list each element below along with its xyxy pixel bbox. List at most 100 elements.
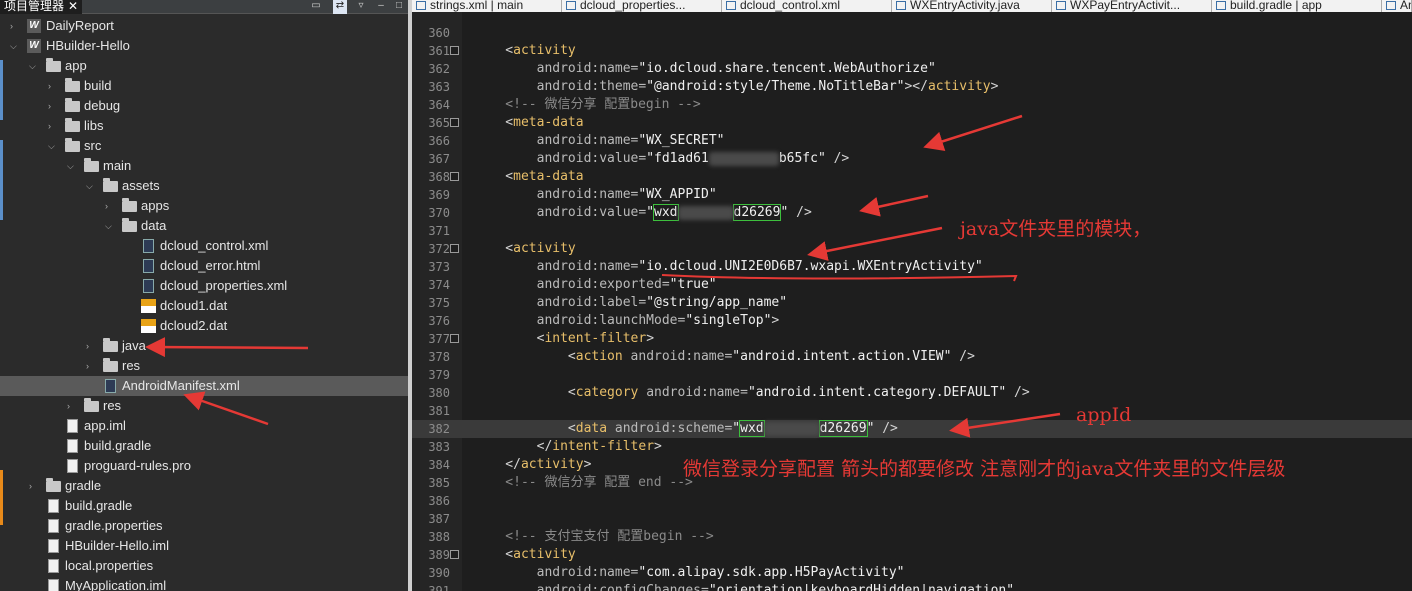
- chevron-right-icon[interactable]: ›: [48, 96, 58, 116]
- tree-item[interactable]: dcloud_control.xml: [0, 236, 408, 256]
- chevron-right-icon[interactable]: ›: [86, 356, 96, 376]
- code-editor[interactable]: strings.xml | main dcloud_properties... dc…: [412, 0, 1412, 591]
- code-line[interactable]: 375 android:label="@string/app_name": [412, 294, 1412, 312]
- tree-item[interactable]: › build: [0, 76, 408, 96]
- code-line[interactable]: 390 android:name="com.alipay.sdk.app.H5P…: [412, 564, 1412, 582]
- code-line[interactable]: 366 android:name="WX_SECRET": [412, 132, 1412, 150]
- code-line[interactable]: 387: [412, 510, 1412, 528]
- code-line[interactable]: 363 android:theme="@android:style/Theme.…: [412, 78, 1412, 96]
- tree-item[interactable]: app.iml: [0, 416, 408, 436]
- code-line[interactable]: 380 <category android:name="android.inte…: [412, 384, 1412, 402]
- code-line[interactable]: 361 <activity: [412, 42, 1412, 60]
- tree-item[interactable]: gradle.properties: [0, 516, 408, 536]
- tree-item[interactable]: AndroidManifest.xml: [0, 376, 408, 396]
- code-text: <!-- 微信分享 配置 end -->: [474, 474, 693, 492]
- code-line[interactable]: 388 <!-- 支付宝支付 配置begin -->: [412, 528, 1412, 546]
- tree-item[interactable]: dcloud1.dat: [0, 296, 408, 316]
- tree-item[interactable]: › res: [0, 396, 408, 416]
- code-line[interactable]: 365 <meta-data: [412, 114, 1412, 132]
- tree-item[interactable]: › libs: [0, 116, 408, 136]
- tree-item[interactable]: build.gradle: [0, 496, 408, 516]
- code-line[interactable]: 376 android:launchMode="singleTop">: [412, 312, 1412, 330]
- tree-item[interactable]: dcloud_properties.xml: [0, 276, 408, 296]
- close-icon[interactable]: ✕: [68, 0, 78, 13]
- tree-item[interactable]: › gradle: [0, 476, 408, 496]
- code-line[interactable]: 369 android:name="WX_APPID": [412, 186, 1412, 204]
- code-line[interactable]: 381: [412, 402, 1412, 420]
- editor-tab[interactable]: build.gradle | app: [1212, 0, 1382, 12]
- tree-item[interactable]: build.gradle: [0, 436, 408, 456]
- tree-item[interactable]: dcloud2.dat: [0, 316, 408, 336]
- code-line[interactable]: 391 android:configChanges="orientation|k…: [412, 582, 1412, 591]
- link-editor-icon[interactable]: ⇄: [333, 0, 347, 14]
- tree-item[interactable]: local.properties: [0, 556, 408, 576]
- tree-item[interactable]: › java: [0, 336, 408, 356]
- tree-item[interactable]: › res: [0, 356, 408, 376]
- chevron-right-icon[interactable]: ›: [105, 196, 115, 216]
- chevron-down-icon[interactable]: ⌵: [86, 176, 96, 196]
- code-line[interactable]: 370 android:value="wxd d26269" />: [412, 204, 1412, 222]
- chevron-right-icon[interactable]: ›: [86, 336, 96, 356]
- tree-item[interactable]: ⌵ assets: [0, 176, 408, 196]
- chevron-down-icon[interactable]: ⌵: [105, 216, 115, 236]
- fold-toggle-icon[interactable]: [450, 550, 459, 559]
- editor-tab[interactable]: dcloud_properties...: [562, 0, 722, 12]
- code-line[interactable]: 368 <meta-data: [412, 168, 1412, 186]
- chevron-down-icon[interactable]: ⌵: [10, 36, 20, 56]
- editor-tab[interactable]: WXEntryActivity.java: [892, 0, 1052, 12]
- editor-tab[interactable]: WXPayEntryActivit...: [1052, 0, 1212, 12]
- code-line[interactable]: 374 android:exported="true": [412, 276, 1412, 294]
- code-line[interactable]: 379: [412, 366, 1412, 384]
- chevron-right-icon[interactable]: ›: [67, 396, 77, 416]
- maximize-icon[interactable]: □: [392, 0, 406, 14]
- tree-item[interactable]: ⌵ data: [0, 216, 408, 236]
- tree-item[interactable]: ⌵ main: [0, 156, 408, 176]
- chevron-right-icon[interactable]: ›: [10, 16, 20, 36]
- tree-item-label: gradle: [65, 478, 102, 493]
- chevron-down-icon[interactable]: ⌵: [48, 136, 58, 156]
- tree-item[interactable]: › debug: [0, 96, 408, 116]
- code-line[interactable]: 382 <data android:scheme="wxd d26269" />: [412, 420, 1412, 438]
- fold-toggle-icon[interactable]: [450, 46, 459, 55]
- chevron-down-icon[interactable]: ⌵: [67, 156, 77, 176]
- editor-tab[interactable]: dcloud_control.xml: [722, 0, 892, 12]
- code-token: >: [583, 457, 592, 472]
- code-line[interactable]: 373 android:name="io.dcloud.UNI2E0D6B7.w…: [412, 258, 1412, 276]
- code-line[interactable]: 378 <action android:name="android.intent…: [412, 348, 1412, 366]
- editor-tab[interactable]: And: [1382, 0, 1412, 12]
- collapse-all-icon[interactable]: ▭: [309, 0, 323, 14]
- tree-item[interactable]: ⌵ app: [0, 56, 408, 76]
- code-line[interactable]: 364 <!-- 微信分享 配置begin -->: [412, 96, 1412, 114]
- code-line[interactable]: 371: [412, 222, 1412, 240]
- fold-toggle-icon[interactable]: [450, 118, 459, 127]
- code-line[interactable]: 367 android:value="fd1ad61 b65fc" />: [412, 150, 1412, 168]
- code-line[interactable]: 372 <activity: [412, 240, 1412, 258]
- tree-item[interactable]: HBuilder-Hello.iml: [0, 536, 408, 556]
- code-line[interactable]: 377 <intent-filter>: [412, 330, 1412, 348]
- fold-toggle-icon[interactable]: [450, 172, 459, 181]
- chevron-right-icon[interactable]: ›: [29, 476, 39, 496]
- tree-item[interactable]: proguard-rules.pro: [0, 456, 408, 476]
- line-number: 360: [428, 26, 450, 40]
- chevron-right-icon[interactable]: ›: [48, 116, 58, 136]
- code-text: android:name="com.alipay.sdk.app.H5PayAc…: [474, 564, 905, 582]
- chevron-down-icon[interactable]: ⌵: [29, 56, 39, 76]
- tree-item[interactable]: › apps: [0, 196, 408, 216]
- project-manager-tab[interactable]: 项目管理器 ✕: [0, 0, 83, 14]
- code-line[interactable]: 386: [412, 492, 1412, 510]
- code-token: android:value=: [474, 151, 647, 166]
- code-line[interactable]: 360: [412, 24, 1412, 42]
- fold-toggle-icon[interactable]: [450, 334, 459, 343]
- minimize-icon[interactable]: –: [374, 0, 388, 14]
- view-menu-icon[interactable]: ▿: [354, 0, 368, 14]
- tree-item[interactable]: dcloud_error.html: [0, 256, 408, 276]
- tree-item[interactable]: ⌵ W HBuilder-Hello: [0, 36, 408, 56]
- tree-item[interactable]: MyApplication.iml: [0, 576, 408, 591]
- tree-item[interactable]: › W DailyReport: [0, 16, 408, 36]
- code-line[interactable]: 389 <activity: [412, 546, 1412, 564]
- fold-toggle-icon[interactable]: [450, 244, 459, 253]
- code-line[interactable]: 362 android:name="io.dcloud.share.tencen…: [412, 60, 1412, 78]
- editor-tab[interactable]: strings.xml | main: [412, 0, 562, 12]
- tree-item[interactable]: ⌵ src: [0, 136, 408, 156]
- chevron-right-icon[interactable]: ›: [48, 76, 58, 96]
